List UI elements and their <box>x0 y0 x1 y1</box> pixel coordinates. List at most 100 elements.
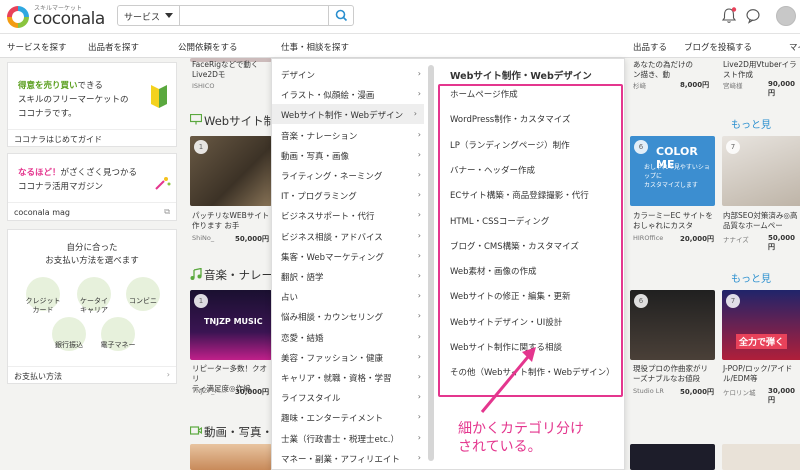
subcategory-item[interactable]: バナー・ヘッダー作成 <box>450 164 535 176</box>
nav-post-blog[interactable]: ブログを投稿する <box>684 41 752 53</box>
service-thumb[interactable] <box>190 444 272 470</box>
subcategory-item[interactable]: Webサイトデザイン・UI設計 <box>450 316 562 328</box>
service-title-line1: 内部SEO対策済み◎高 <box>723 211 798 220</box>
service-thumb[interactable] <box>722 444 800 470</box>
magazine-line1: がざくざく見つかる <box>60 168 138 178</box>
category-item[interactable]: 悩み相談・カウンセリング › <box>281 306 421 326</box>
service-title-line2: スト作成 <box>723 70 753 79</box>
more-link-music[interactable]: もっと見 <box>731 270 771 285</box>
service-title[interactable]: パッチリなWEBサイト 作ります お手 <box>192 211 272 231</box>
logo-wordmark[interactable]: coconala <box>33 9 105 29</box>
category-item[interactable]: 恋愛・結婚 › <box>281 327 421 347</box>
category-item[interactable]: ビジネスサポート・代行 › <box>281 205 421 225</box>
subcategory-item[interactable]: HTML・CSSコーディング <box>450 215 549 227</box>
subcategory-item[interactable]: WordPress制作・カスタマイズ <box>450 113 570 125</box>
payment-heading: 自分に合った お支払い方法を選べます <box>8 242 176 268</box>
chevron-right-icon: › <box>417 190 421 200</box>
category-item[interactable]: 占い › <box>281 286 421 306</box>
service-title-line1: リピーター多数！クオリ <box>192 364 267 383</box>
category-scrollbar[interactable] <box>428 65 434 461</box>
service-title-line1: Live2D用Vtuberイラ <box>723 60 797 69</box>
avatar[interactable] <box>776 6 796 26</box>
category-item[interactable]: イラスト・似顔絵・漫画 › <box>281 84 421 104</box>
category-item[interactable]: デザイン › <box>281 64 421 84</box>
service-title[interactable]: 内部SEO対策済み◎高 品質なホームペー <box>723 211 800 231</box>
guide-link[interactable]: ココナラはじめてガイド <box>8 129 176 147</box>
subcategory-item[interactable]: ECサイト構築・商品登録撮影・代行 <box>450 189 589 201</box>
seller-name: ケロリン城 <box>723 389 756 397</box>
category-item[interactable]: ライフスタイル › <box>281 387 421 407</box>
magazine-link[interactable]: coconala mag ⧉ <box>8 202 176 221</box>
search-bar: サービス <box>117 5 354 26</box>
category-item[interactable]: ライティング・ネーミング › <box>281 165 421 185</box>
rank-badge: 6 <box>634 294 648 308</box>
nav-find-services[interactable]: サービスを探す <box>7 41 67 53</box>
nav-sell[interactable]: 出品する <box>633 41 667 53</box>
service-title[interactable]: カラーミーEC サイトを おしゃれにカスタ <box>633 211 715 231</box>
subcategory-item[interactable]: Webサイトの修正・編集・更新 <box>450 290 571 302</box>
chevron-right-icon: › <box>417 291 421 301</box>
promo-highlight: 得意を売り買い <box>18 81 78 91</box>
coconala-logo-icon[interactable] <box>7 6 29 28</box>
payment-methods-link[interactable]: お支払い方法 › <box>8 366 176 384</box>
category-item[interactable]: マネー・副業・アフィリエイト › <box>281 448 421 468</box>
category-item-label: 悩み相談・カウンセリング <box>281 313 384 324</box>
category-item[interactable]: IT・プログラミング › <box>281 185 421 205</box>
service-title[interactable]: FaceRigなどで動く Live2Dモ <box>192 60 272 80</box>
subcategory-item[interactable]: ブログ・CMS構築・カスタマイズ <box>450 240 579 252</box>
service-title[interactable]: J-POP/ロック/アイド ル/EDM等 <box>723 364 800 384</box>
category-item-label: キャリア・就職・資格・学習 <box>281 374 392 384</box>
category-item-label: ライティング・ネーミング <box>281 172 383 182</box>
service-thumb[interactable]: 6 COLOR ME おしゃれで見やすいショップに カスタマイズします <box>630 136 715 206</box>
nav-find-jobs[interactable]: 仕事・相談を探す <box>281 41 349 53</box>
rank-badge: 6 <box>634 140 648 154</box>
service-thumb[interactable]: 7 <box>722 136 800 206</box>
service-title[interactable]: 現役プロの作曲家がリ ーズナブルなお値段 <box>633 364 715 384</box>
nav-find-sellers[interactable]: 出品者を探す <box>88 41 139 53</box>
more-link-web[interactable]: もっと見 <box>731 116 771 131</box>
category-item[interactable]: 音楽・ナレーション › <box>281 125 421 145</box>
chevron-right-icon: › <box>417 89 421 99</box>
chevron-right-icon: › <box>417 351 421 361</box>
annotation-text: 細かくカテゴリ分け されている。 <box>458 420 584 456</box>
nav-post-request[interactable]: 公開依頼をする <box>178 41 238 53</box>
category-item[interactable]: 動画・写真・画像 › <box>281 145 421 165</box>
payment-convenience-label: コンビニ <box>129 297 157 305</box>
annotation-line2: されている。 <box>458 439 542 455</box>
category-item-label: 翻訳・語学 <box>281 273 324 283</box>
category-item-label: デザイン <box>281 71 316 81</box>
service-title[interactable]: あなたの為だけの ン描き、動 <box>633 60 713 80</box>
search-button[interactable] <box>328 6 353 25</box>
category-item-label: 士業（行政書士・税理士etc.） <box>281 434 399 445</box>
subcategory-item[interactable]: Web素材・画像の作成 <box>450 265 537 277</box>
service-title-line2: ン描き、動 <box>633 70 670 79</box>
category-item[interactable]: 美容・ファッション・健康 › <box>281 347 421 367</box>
service-thumb[interactable]: 1 <box>190 136 272 206</box>
category-item[interactable]: Webサイト制作・Webデザイン › <box>272 104 424 125</box>
service-thumb[interactable] <box>630 444 715 470</box>
service-price: 90,000円 <box>768 80 796 97</box>
subcategory-item[interactable]: LP（ランディングページ）制作 <box>450 139 570 151</box>
service-thumb[interactable]: 7 全力で弾く <box>722 290 800 360</box>
category-item[interactable]: 集客・Webマーケティング › <box>281 246 421 266</box>
service-title-line1: パッチリなWEBサイト <box>192 211 270 220</box>
chevron-right-icon: › <box>413 109 417 119</box>
subcategory-item[interactable]: ホームページ作成 <box>450 88 518 100</box>
category-item[interactable]: キャリア・就職・資格・学習 › <box>281 367 421 387</box>
search-input[interactable] <box>181 6 329 25</box>
service-thumb[interactable]: 6 <box>630 290 715 360</box>
chevron-right-icon: › <box>417 432 421 442</box>
caret-down-icon <box>165 13 173 18</box>
bell-icon[interactable] <box>721 7 737 25</box>
service-thumb[interactable]: 1 TNJZP MUSIC <box>190 290 272 360</box>
category-item[interactable]: 士業（行政書士・税理士etc.） › <box>281 428 421 448</box>
payment-carrier-label: ケータイ キャリア <box>80 297 108 314</box>
category-item[interactable]: 翻訳・語学 › <box>281 266 421 286</box>
category-item[interactable]: 趣味・エンターテイメント › <box>281 407 421 427</box>
nav-my[interactable]: マイ <box>789 41 800 53</box>
service-title[interactable]: Live2D用Vtuberイラ スト作成 <box>723 60 800 80</box>
chat-icon[interactable] <box>745 7 761 25</box>
search-category-select[interactable]: サービス <box>118 6 180 25</box>
category-item[interactable]: ビジネス相談・アドバイス › <box>281 226 421 246</box>
seller-name: 宮﨑様 <box>723 82 743 90</box>
